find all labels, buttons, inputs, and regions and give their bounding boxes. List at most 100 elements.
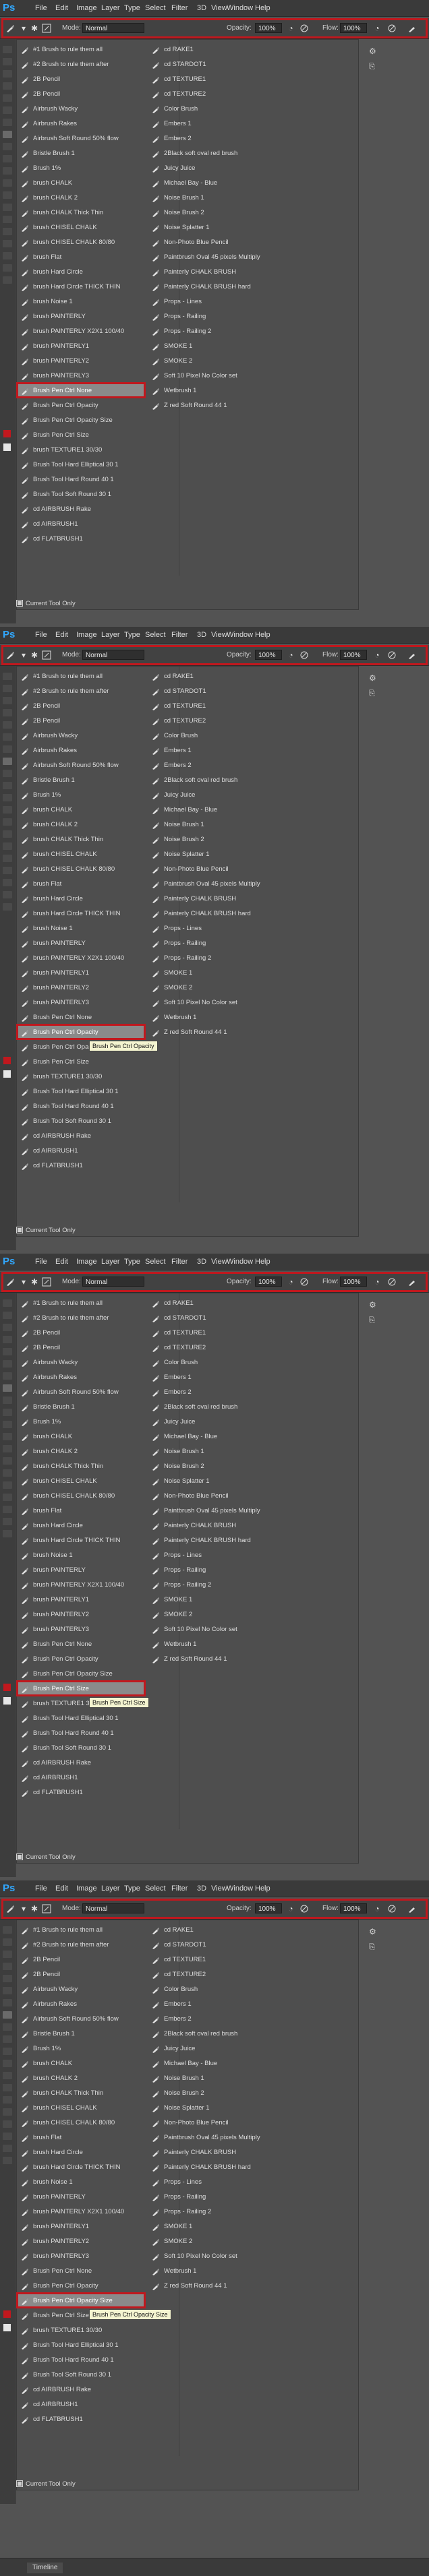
preset-item[interactable]: SMOKE 1 [149, 966, 292, 981]
preset-item[interactable]: brush PAINTERLY [18, 936, 145, 951]
preset-item[interactable]: 2B Pencil [18, 87, 145, 102]
hand-tool-icon[interactable] [3, 2145, 12, 2152]
crop-tool-icon[interactable] [3, 1975, 12, 1982]
preset-item[interactable]: brush CHALK Thick Thin [18, 206, 145, 220]
preset-item[interactable]: Paintbrush Oval 45 pixels Multiply [149, 2130, 292, 2145]
preset-item[interactable]: Brush 1% [18, 788, 145, 803]
preset-item[interactable]: cd AIRBRUSH Rake [18, 2383, 145, 2397]
preset-item[interactable]: brush Hard Circle [18, 1519, 145, 1533]
preset-item[interactable]: brush TEXTURE1 30/30 [18, 443, 145, 458]
preset-item[interactable]: Bristle Brush 1 [18, 2027, 145, 2042]
marquee-tool-icon[interactable] [3, 685, 12, 692]
preset-item[interactable]: brush CHISEL CHALK [18, 2101, 145, 2116]
preset-item[interactable]: Brush Tool Hard Elliptical 30 1 [18, 458, 145, 472]
background-color-swatch[interactable] [3, 1697, 11, 1705]
preset-item[interactable]: brush PAINTERLY [18, 1563, 145, 1578]
preset-item[interactable]: brush CHISEL CHALK [18, 1474, 145, 1489]
preset-item[interactable]: cd AIRBRUSH Rake [18, 1129, 145, 1144]
dodge-tool-icon[interactable] [3, 830, 12, 838]
preset-item[interactable]: Painterly CHALK BRUSH hard [149, 907, 292, 921]
menu-image[interactable]: Image [76, 1254, 97, 1270]
preset-item[interactable]: Noise Brush 1 [149, 818, 292, 832]
blur-tool-icon[interactable] [3, 191, 12, 199]
preset-item[interactable]: Michael Bay - Blue [149, 176, 292, 191]
foreground-color-swatch[interactable] [3, 1684, 11, 1691]
menu-image[interactable]: Image [76, 1880, 97, 1897]
menu-help[interactable]: Help [255, 0, 270, 16]
preset-item[interactable]: 2Black soft oval red brush [149, 2027, 292, 2042]
preset-item[interactable]: brush CHALK [18, 803, 145, 818]
preset-item[interactable]: Airbrush Rakes [18, 743, 145, 758]
preset-item[interactable]: Wetbrush 1 [149, 2264, 292, 2279]
marquee-tool-icon[interactable] [3, 58, 12, 65]
preset-item[interactable]: Brush Tool Soft Round 30 1 [18, 1114, 145, 1129]
gear-icon[interactable]: ⚙ [369, 1300, 376, 1310]
preset-item[interactable]: brush Flat [18, 877, 145, 892]
clone-stamp-tool-icon[interactable] [3, 143, 12, 150]
type-tool-icon[interactable] [3, 228, 12, 235]
preset-item[interactable]: Z red Soft Round 44 1 [149, 2279, 292, 2294]
preset-item[interactable]: Embers 2 [149, 2012, 292, 2027]
preset-item[interactable]: #2 Brush to rule them after [18, 1311, 145, 1326]
preset-item[interactable]: Embers 2 [149, 131, 292, 146]
menu-view[interactable]: View [211, 627, 227, 643]
preset-item[interactable]: cd RAKE1 [149, 1923, 292, 1938]
menu-select[interactable]: Select [145, 1880, 166, 1897]
preset-item[interactable]: cd TEXTURE1 [149, 699, 292, 714]
preset-item[interactable]: brush PAINTERLY X2X1 100/40 [18, 951, 145, 966]
history-brush-tool-icon[interactable] [3, 155, 12, 162]
preset-item[interactable]: Props - Railing 2 [149, 951, 292, 966]
preset-item[interactable]: Noise Brush 2 [149, 206, 292, 220]
preset-item[interactable]: brush PAINTERLY1 [18, 966, 145, 981]
path-select-tool-icon[interactable] [3, 2120, 12, 2128]
menu-edit[interactable]: Edit [55, 0, 68, 16]
healing-tool-icon[interactable] [3, 745, 12, 753]
preset-item[interactable]: cd AIRBRUSH1 [18, 2397, 145, 2412]
preset-item[interactable]: brush PAINTERLY2 [18, 981, 145, 995]
menu-file[interactable]: File [35, 627, 47, 643]
menu-3d[interactable]: 3D [197, 627, 206, 643]
preset-item[interactable]: cd FLATBRUSH1 [18, 532, 145, 547]
preset-item[interactable]: Paintbrush Oval 45 pixels Multiply [149, 250, 292, 265]
current-tool-only-checkbox[interactable]: Current Tool Only [16, 1225, 76, 1236]
preset-item[interactable]: cd STARDOT1 [149, 684, 292, 699]
preset-item[interactable]: #2 Brush to rule them after [18, 57, 145, 72]
menu-view[interactable]: View [211, 0, 227, 16]
brush-tool-active-icon[interactable] [3, 131, 12, 138]
preset-item[interactable]: cd STARDOT1 [149, 1311, 292, 1326]
preset-item[interactable]: Wetbrush 1 [149, 384, 292, 398]
marquee-tool-icon[interactable] [3, 1312, 12, 1319]
eraser-tool-icon[interactable] [3, 167, 12, 175]
move-tool-icon[interactable] [3, 1299, 12, 1307]
menu-type[interactable]: Type [124, 627, 140, 643]
preset-item[interactable]: SMOKE 1 [149, 1593, 292, 1607]
preset-item[interactable]: cd AIRBRUSH1 [18, 517, 145, 532]
preset-item[interactable]: brush CHISEL CHALK 80/80 [18, 862, 145, 877]
hand-tool-icon[interactable] [3, 1518, 12, 1525]
preset-item[interactable]: brush CHALK [18, 2056, 145, 2071]
preset-item[interactable]: brush CHALK 2 [18, 1444, 145, 1459]
lasso-tool-icon[interactable] [3, 1951, 12, 1958]
preset-item[interactable]: Embers 1 [149, 743, 292, 758]
shape-tool-icon[interactable] [3, 1506, 12, 1513]
eraser-tool-icon[interactable] [3, 2048, 12, 2055]
preset-item[interactable]: Props - Railing [149, 936, 292, 951]
preset-item[interactable]: brush CHALK [18, 1430, 145, 1444]
history-brush-tool-icon[interactable] [3, 2035, 12, 2043]
preset-item[interactable]: brush PAINTERLY3 [18, 2249, 145, 2264]
blur-tool-icon[interactable] [3, 2072, 12, 2079]
preset-item[interactable]: Painterly CHALK BRUSH [149, 1519, 292, 1533]
preset-item[interactable]: Michael Bay - Blue [149, 2056, 292, 2071]
crop-tool-icon[interactable] [3, 1348, 12, 1355]
menu-select[interactable]: Select [145, 627, 166, 643]
preset-item[interactable]: Juicy Juice [149, 161, 292, 176]
pen-tool-icon[interactable] [3, 842, 12, 850]
preset-item[interactable]: Airbrush Rakes [18, 117, 145, 131]
checkbox-checked-icon[interactable] [16, 2480, 23, 2488]
preset-item[interactable]: Non-Photo Blue Pencil [149, 235, 292, 250]
menu-layer[interactable]: Layer [101, 1254, 120, 1270]
menu-type[interactable]: Type [124, 0, 140, 16]
zoom-tool-icon[interactable] [3, 276, 12, 284]
eyedropper-tool-icon[interactable] [3, 1987, 12, 1994]
preset-item[interactable]: Brush Tool Hard Elliptical 30 1 [18, 1711, 145, 1726]
